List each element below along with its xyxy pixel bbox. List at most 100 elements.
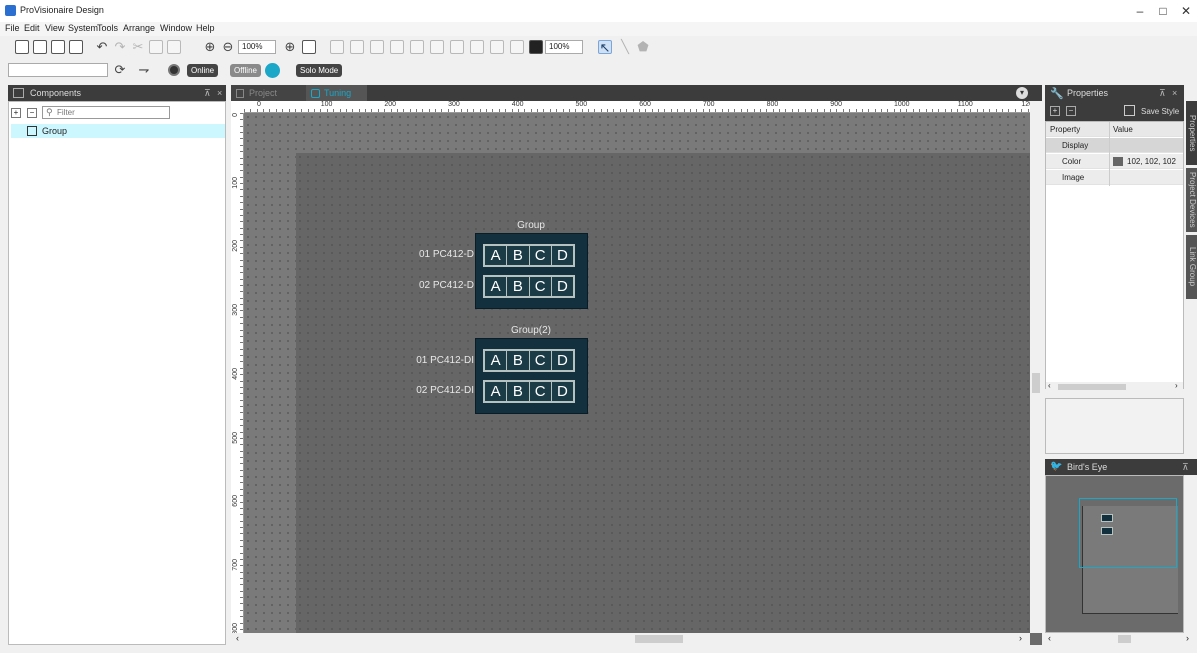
expand-all-icon[interactable]: + (11, 108, 21, 118)
same-height-icon[interactable] (510, 40, 524, 54)
tab-tuning[interactable]: Tuning (306, 85, 367, 101)
scroll-right-icon[interactable]: › (1186, 633, 1189, 643)
same-width-icon[interactable] (490, 40, 504, 54)
distribute-h-icon[interactable] (450, 40, 464, 54)
pin-icon[interactable]: ⊼ (1159, 85, 1166, 101)
channel-b[interactable]: B (507, 382, 530, 401)
device-row[interactable]: A B C D (483, 275, 575, 298)
align-bottom-icon[interactable] (430, 40, 444, 54)
channel-d[interactable]: D (551, 351, 573, 370)
text-zoom-select[interactable]: 100% (545, 40, 583, 54)
canvas-horizontal-scrollbar[interactable]: ‹ › (231, 633, 1030, 645)
new-file-icon[interactable] (15, 40, 29, 54)
group-box[interactable]: A B C D A B C D (475, 338, 588, 414)
device-row[interactable]: A B C D (483, 380, 575, 403)
maximize-button[interactable]: □ (1153, 3, 1173, 19)
scrollbar-thumb[interactable] (1058, 384, 1126, 390)
menu-system[interactable]: System (68, 23, 98, 33)
scroll-right-icon[interactable]: › (1019, 633, 1022, 643)
channel-d[interactable]: D (551, 277, 573, 296)
device-row[interactable]: A B C D (483, 349, 575, 372)
channel-c[interactable]: C (529, 246, 552, 265)
collapse-all-icon[interactable]: − (1066, 106, 1076, 116)
channel-a[interactable]: A (485, 246, 508, 265)
cut-icon[interactable]: ✂ (131, 40, 145, 54)
channel-c[interactable]: C (529, 351, 552, 370)
birds-eye-horizontal-scrollbar[interactable]: ‹ › (1045, 633, 1197, 645)
device-row[interactable]: A B C D (483, 244, 575, 267)
zoom-out-icon[interactable]: ⊖ (221, 40, 235, 54)
sync-icon[interactable]: ⟳ (113, 63, 127, 77)
zoom-select[interactable]: 100% (238, 40, 276, 54)
pin-icon[interactable]: ⊼ (1182, 459, 1189, 475)
panel-close-icon[interactable]: × (217, 85, 222, 101)
list-item[interactable]: Group (11, 124, 225, 138)
group-title[interactable]: Group (504, 220, 558, 231)
align-middle-icon[interactable] (410, 40, 424, 54)
save-icon[interactable] (33, 40, 47, 54)
channel-c[interactable]: C (529, 277, 552, 296)
table-row[interactable]: Display (1046, 138, 1183, 153)
solo-mode-button[interactable]: Solo Mode (296, 64, 343, 77)
design-canvas[interactable]: Group 01 PC412-D 02 PC412-D A B C D A B … (244, 113, 1030, 633)
save-as-icon[interactable] (51, 40, 65, 54)
menu-help[interactable]: Help (196, 23, 215, 33)
tab-menu-icon[interactable]: ▾ (1016, 87, 1028, 99)
align-top-icon[interactable] (390, 40, 404, 54)
network-icon[interactable] (265, 63, 280, 78)
expand-all-icon[interactable]: + (1050, 106, 1060, 116)
table-row[interactable]: Color 102, 102, 102 (1046, 154, 1183, 169)
paste-icon[interactable] (167, 40, 181, 54)
scroll-left-icon[interactable]: ‹ (1048, 381, 1051, 390)
minimize-button[interactable]: – (1130, 3, 1150, 19)
panel-close-icon[interactable]: × (1172, 85, 1177, 101)
offline-button[interactable]: Offline (230, 64, 261, 77)
channel-d[interactable]: D (551, 246, 573, 265)
device-select[interactable] (8, 63, 108, 77)
property-value[interactable]: 102, 102, 102 (1127, 154, 1176, 169)
channel-a[interactable]: A (485, 351, 508, 370)
undo-icon[interactable]: ↶ (95, 40, 109, 54)
menu-file[interactable]: File (5, 23, 20, 33)
collapse-all-icon[interactable]: − (27, 108, 37, 118)
save-style-button[interactable]: Save Style (1141, 107, 1179, 116)
table-row[interactable]: Image (1046, 170, 1183, 185)
tab-project[interactable]: Project (231, 85, 306, 101)
close-button[interactable]: ✕ (1176, 3, 1196, 19)
scroll-left-icon[interactable]: ‹ (236, 633, 239, 643)
channel-b[interactable]: B (507, 351, 530, 370)
scrollbar-thumb[interactable] (1118, 635, 1131, 643)
align-right-icon[interactable] (370, 40, 384, 54)
channel-c[interactable]: C (529, 382, 552, 401)
connect-icon[interactable]: ⇁ (137, 63, 151, 77)
scrollbar-thumb[interactable] (635, 635, 683, 643)
scroll-right-icon[interactable]: › (1175, 381, 1178, 390)
menu-arrange[interactable]: Arrange (123, 23, 155, 33)
canvas-vertical-scrollbar[interactable] (1030, 101, 1042, 633)
channel-a[interactable]: A (485, 382, 508, 401)
scroll-left-icon[interactable]: ‹ (1048, 633, 1051, 643)
print-icon[interactable] (69, 40, 83, 54)
menu-window[interactable]: Window (160, 23, 192, 33)
birds-eye-viewport[interactable] (1079, 498, 1177, 568)
side-tab-project-devices[interactable]: Project Devices (1186, 168, 1197, 232)
redo-icon[interactable]: ↷ (113, 40, 127, 54)
device-label[interactable]: 01 PC412-D (394, 249, 474, 260)
properties-horizontal-scrollbar[interactable]: ‹ › (1046, 381, 1183, 392)
align-left-icon[interactable] (330, 40, 344, 54)
distribute-v-icon[interactable] (470, 40, 484, 54)
channel-b[interactable]: B (507, 277, 530, 296)
group-title[interactable]: Group(2) (504, 325, 558, 336)
device-label[interactable]: 01 PC412-DI (394, 355, 474, 366)
side-tab-properties[interactable]: Properties (1186, 101, 1197, 165)
align-center-icon[interactable] (350, 40, 364, 54)
side-tab-link-group[interactable]: Link Group (1186, 235, 1197, 299)
channel-b[interactable]: B (507, 246, 530, 265)
copy-icon[interactable] (149, 40, 163, 54)
online-button[interactable]: Online (187, 64, 219, 77)
polygon-tool-icon[interactable]: ⬟ (636, 40, 650, 54)
group-box[interactable]: A B C D A B C D (475, 233, 588, 309)
channel-a[interactable]: A (485, 277, 508, 296)
channel-d[interactable]: D (551, 382, 573, 401)
zoom-in-icon[interactable]: ⊕ (203, 40, 217, 54)
